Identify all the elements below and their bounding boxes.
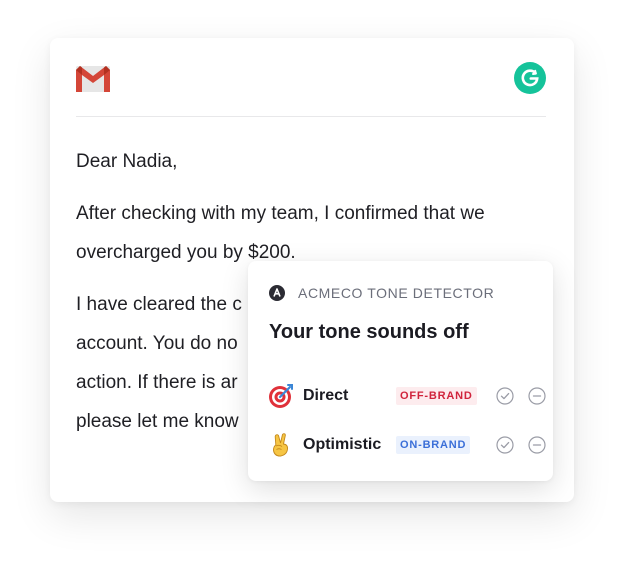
email-paragraph-1-line: After checking with my team, I confirmed… — [76, 203, 485, 224]
dismiss-minus-icon[interactable] — [528, 387, 546, 405]
grammarly-icon[interactable] — [514, 62, 546, 94]
acmeco-logo-icon — [269, 285, 285, 301]
tone-row-direct: Direct OFF-BRAND — [268, 381, 546, 411]
on-brand-badge: ON-BRAND — [396, 436, 471, 454]
dismiss-minus-icon[interactable] — [528, 436, 546, 454]
accept-check-icon[interactable] — [496, 387, 514, 405]
tone-name: Optimistic — [303, 436, 382, 453]
panel-title: Your tone sounds off — [269, 321, 469, 343]
gmail-logo-icon — [76, 66, 110, 92]
email-greeting: Dear Nadia, — [76, 151, 178, 172]
direct-hit-target-icon — [269, 384, 293, 408]
panel-header: ACMECO TONE DETECTOR — [269, 285, 494, 301]
tone-name: Direct — [303, 387, 349, 404]
victory-hand-icon — [273, 433, 288, 457]
off-brand-badge: OFF-BRAND — [396, 387, 477, 405]
header-divider — [76, 116, 546, 117]
accept-check-icon[interactable] — [496, 436, 514, 454]
tone-detector-panel: ACMECO TONE DETECTOR Your tone sounds of… — [248, 261, 553, 481]
panel-label: ACMECO TONE DETECTOR — [298, 285, 495, 301]
tone-row-optimistic: Optimistic ON-BRAND — [268, 430, 546, 460]
